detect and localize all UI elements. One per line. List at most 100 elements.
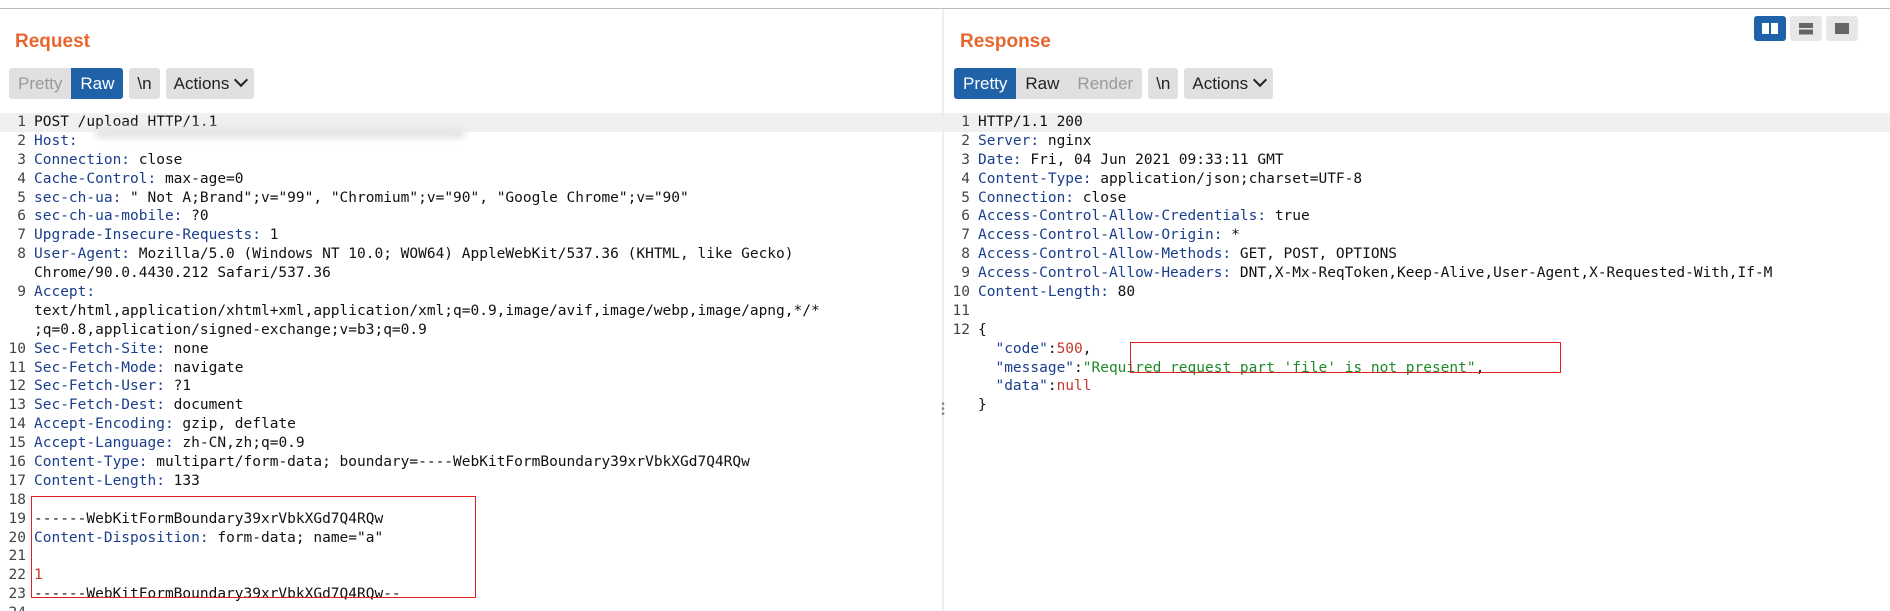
line-number: 19 [8,510,26,527]
line-number: 24 [0,604,26,611]
line-content: HTTP/1.1 200 [978,113,1083,132]
response-actions-label: Actions [1192,74,1249,93]
header-value: text/html,application/xhtml+xml,applicat… [34,302,820,319]
line-number: 21 [8,548,26,565]
header-value: Mozilla/5.0 (Windows NT 10.0; WOW64) App… [130,246,794,263]
header-key: Connection: [34,151,131,168]
header-key: Accept-Encoding: [34,416,174,433]
request-code-line: 12 Sec-Fetch-User: ?1 [0,377,942,396]
request-code-line: 24 [0,604,942,611]
line-content: Sec-Fetch-Mode: navigate [34,359,244,378]
header-value: ?1 [164,378,192,395]
header-value: nginx [1039,132,1092,149]
request-code-line: 6 sec-ch-ua-mobile: ?0 [0,207,942,226]
request-code-line: 10 Sec-Fetch-Site: none [0,340,942,359]
line-number: 7 [17,227,26,244]
header-key: Access-Control-Allow-Credentials: [978,208,1267,225]
line-content: Content-Type: multipart/form-data; bound… [34,453,750,472]
header-key: Sec-Fetch-Dest: [34,397,165,414]
request-toolbar: Pretty Raw \n Actions [9,68,255,99]
line-number: 3 [961,151,970,168]
request-newline-toggle[interactable]: \n [129,68,160,99]
line-content: { [978,321,987,340]
header-value: ?0 [182,208,209,225]
header-value: zh-CN,zh;q=0.9 [173,435,305,452]
response-code-line: 12 { [944,321,1890,340]
line-content: ;q=0.8,application/signed-exchange;v=b3;… [34,321,427,340]
request-code-line: 16 Content-Type: multipart/form-data; bou… [0,453,942,472]
response-code-line: 4 Content-Type: application/json;charset=… [944,170,1890,189]
header-value: multipart/form-data; boundary=----WebKit… [147,454,750,471]
response-tab-render[interactable]: Render [1068,68,1142,99]
line-number: 8 [961,246,970,263]
header-key: Sec-Fetch-User: [34,378,165,395]
line-number: 22 [8,567,26,584]
request-code-line: text/html,application/xhtml+xml,applicat… [0,302,942,321]
request-code-line: 17 Content-Length: 133 [0,472,942,491]
header-key: Host: [34,132,78,149]
line-number: 2 [17,132,26,149]
request-code-line: 7 Upgrade-Insecure-Requests: 1 [0,226,942,245]
line-number: 18 [8,491,26,508]
header-value: Fri, 04 Jun 2021 09:33:11 GMT [1021,151,1284,168]
line-number: 17 [8,472,26,489]
line-content: Access-Control-Allow-Headers: DNT,X-Mx-R… [978,264,1772,283]
line-number: 8 [17,246,26,263]
line-number: 11 [952,302,970,319]
line-number: 6 [961,208,970,225]
header-key: Connection: [978,189,1075,206]
line-content: Content-Length: 80 [978,283,1135,302]
literal-value: 500 [1056,340,1083,357]
line-content: Accept-Encoding: gzip, deflate [34,415,296,434]
request-code-line: 13 Sec-Fetch-Dest: document [0,396,942,415]
request-body-highlight-box [31,496,476,598]
line-number: 10 [8,340,26,357]
response-code-line: 3 Date: Fri, 04 Jun 2021 09:33:11 GMT [944,151,1890,170]
line-content: Sec-Fetch-Dest: document [34,396,244,415]
header-key: Sec-Fetch-Mode: [34,359,165,376]
line-number: 12 [8,378,26,395]
line-number: 13 [8,397,26,414]
line-content: "data":null [978,377,1091,396]
header-value: 133 [164,472,200,489]
request-pane: Request Pretty Raw \n Actions 1 POST /upl… [0,9,942,611]
response-code-line: 1 HTTP/1.1 200 [944,113,1890,132]
request-actions-button[interactable]: Actions [165,68,255,99]
line-content: Accept: [34,283,95,302]
request-tab-raw[interactable]: Raw [71,68,124,99]
header-key: Content-Type: [34,454,148,471]
line-number: 15 [8,435,26,452]
header-key: Content-Type: [978,170,1092,187]
line-content: User-Agent: Mozilla/5.0 (Windows NT 10.0… [34,245,794,264]
response-title: Response [960,31,1051,52]
header-key: HTTP/1.1 200 [978,114,1083,130]
header-value: " Not A;Brand";v="99", "Chromium";v="90"… [121,189,689,206]
response-tab-raw[interactable]: Raw [1016,68,1068,99]
response-newline-toggle[interactable]: \n [1148,68,1179,99]
response-actions-button[interactable]: Actions [1184,68,1274,99]
header-value: Chrome/90.0.4430.212 Safari/537.36 [34,265,331,282]
header-key: User-Agent: [34,246,131,263]
header-value: ;q=0.8,application/signed-exchange;v=b3;… [34,321,427,338]
response-tab-pretty[interactable]: Pretty [954,68,1017,99]
chevron-down-icon [1253,72,1268,88]
header-key: Content-Length: [34,472,165,489]
line-number: 10 [952,284,970,301]
line-number: 23 [8,586,26,603]
header-value: : [1047,378,1057,395]
header-key: "message" [978,359,1075,376]
response-code-line: 8 Access-Control-Allow-Methods: GET, POST… [944,245,1890,264]
header-value: close [1074,189,1127,206]
line-content: Server: nginx [978,132,1092,151]
line-content: Sec-Fetch-User: ?1 [34,377,191,396]
line-number: 2 [961,132,970,149]
request-code-line: Chrome/90.0.4430.212 Safari/537.36 [0,264,942,283]
line-content: sec-ch-ua: " Not A;Brand";v="99", "Chrom… [34,189,689,208]
header-key: "data" [978,378,1048,395]
response-pane: Response Pretty Raw Render \n Actions 1H… [944,9,1890,611]
request-tab-pretty[interactable]: Pretty [9,68,71,99]
header-value: 80 [1108,284,1136,301]
line-number: 7 [961,227,970,244]
header-value: gzip, deflate [173,416,296,433]
header-value: close [130,151,183,168]
